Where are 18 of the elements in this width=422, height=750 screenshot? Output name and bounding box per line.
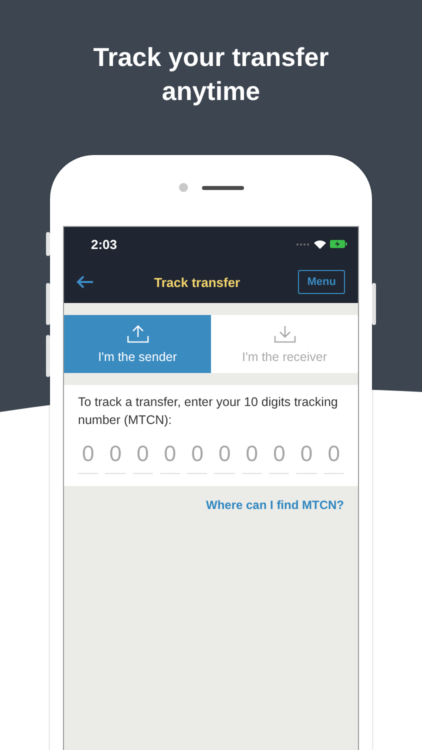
status-time: 2:03 — [91, 236, 118, 252]
headline: Track your transfer — [92, 41, 330, 74]
speaker-slot — [202, 186, 244, 190]
battery-icon — [330, 240, 347, 248]
back-arrow-icon — [76, 275, 94, 289]
signal-icon — [296, 242, 310, 246]
help-link[interactable]: Where can I find MTCN? — [206, 498, 344, 512]
camera-dot — [178, 183, 188, 192]
wifi-icon — [314, 240, 326, 248]
screen-title: Track transfer — [154, 274, 240, 290]
menu-button[interactable]: Menu — [298, 270, 345, 294]
headline: anytime — [160, 75, 262, 108]
back-button[interactable] — [74, 273, 96, 291]
download-icon — [274, 324, 296, 342]
role-tab[interactable]: I'm the sender — [64, 315, 211, 373]
upload-icon — [126, 324, 148, 342]
instruction-text: To track a transfer, enter your 10 digits tracking number (MTCN): — [78, 394, 339, 429]
role-tab[interactable]: I'm the receiver — [211, 315, 358, 373]
